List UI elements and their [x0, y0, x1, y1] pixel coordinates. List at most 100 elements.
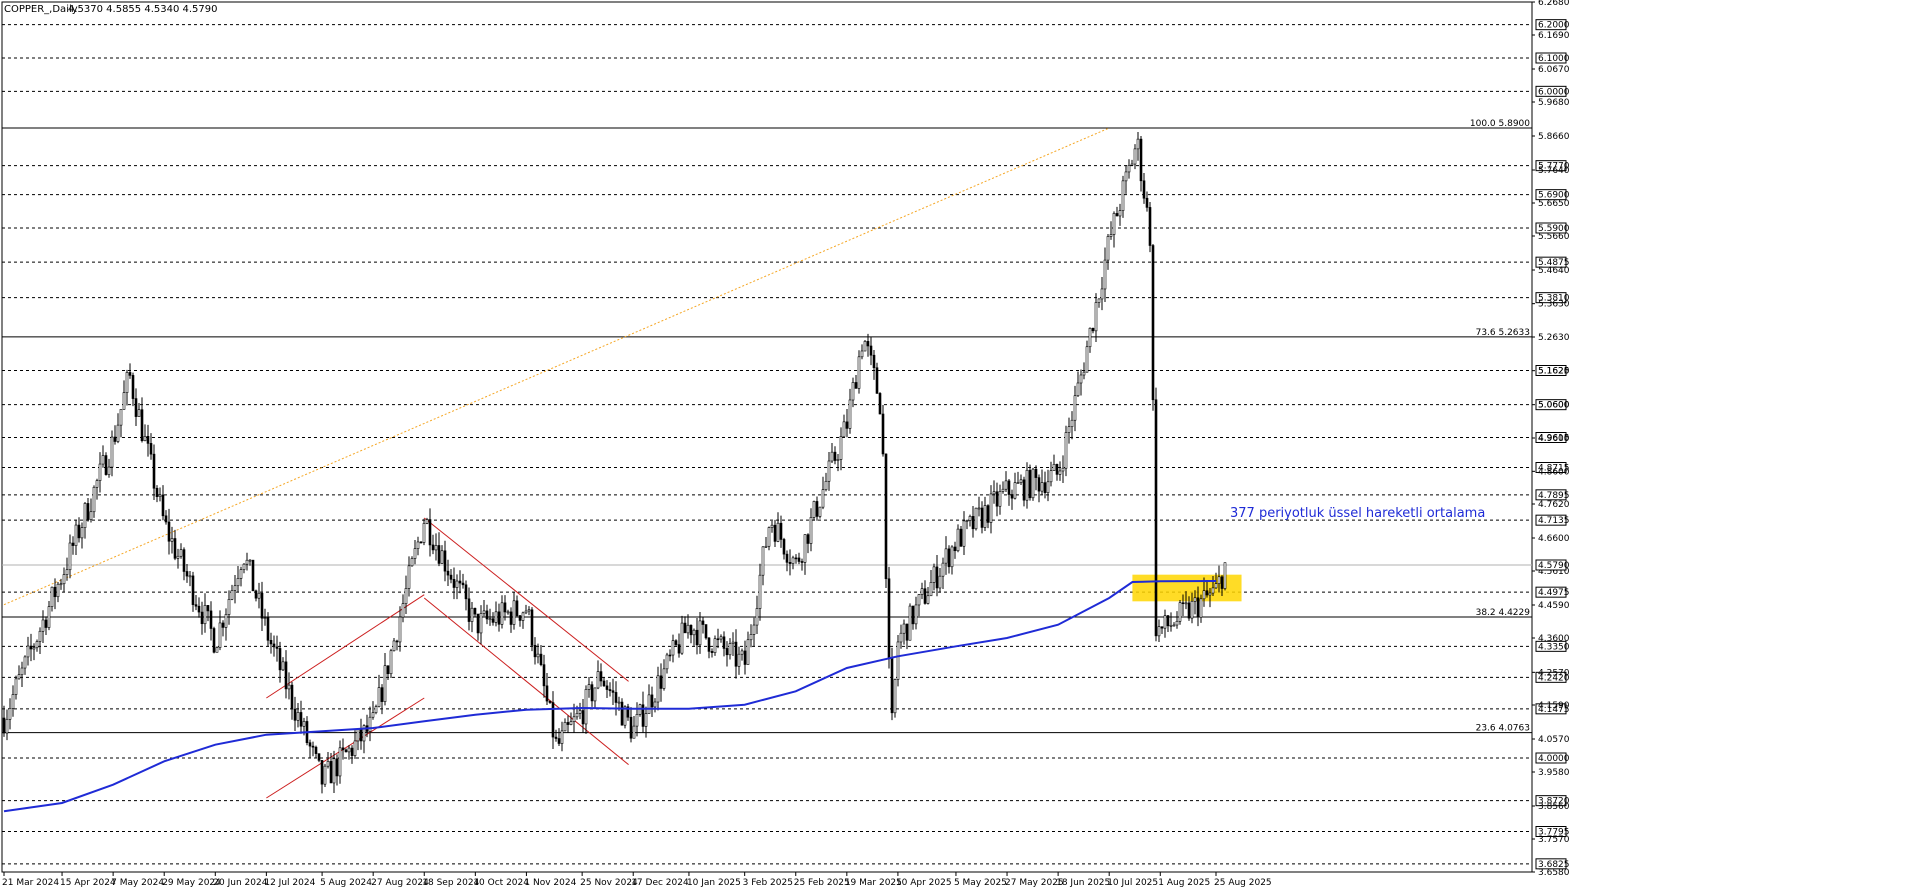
- candle-body: [86, 503, 90, 520]
- time-tick-label: 21 Mar 2024: [2, 878, 59, 888]
- level-label: 6.2000: [1538, 21, 1570, 31]
- candle-body: [1028, 469, 1032, 499]
- candle-body: [923, 588, 927, 604]
- price-tick-label: 6.2680: [1538, 0, 1570, 8]
- candle-body: [44, 619, 48, 628]
- candle-body: [197, 605, 201, 613]
- price-tick-label: 4.3600: [1538, 634, 1570, 644]
- candle-body: [128, 372, 132, 376]
- candle-body: [1055, 464, 1059, 475]
- candle-body: [980, 507, 984, 528]
- candle-body: [104, 455, 108, 475]
- candle-body: [587, 684, 591, 690]
- candle-body: [74, 524, 78, 546]
- candle-body: [890, 657, 894, 714]
- candle-body: [986, 505, 990, 523]
- price-chart[interactable]: 100.0 5.8900 73.6 5.2633 38.2 4.4229 23.6 4…: [0, 0, 1916, 888]
- candle-body: [1112, 213, 1116, 235]
- time-tick-label: 19 Mar 2025: [845, 878, 902, 888]
- candle-body: [848, 399, 852, 429]
- candle-body: [434, 545, 438, 551]
- candle-body: [965, 520, 969, 522]
- candle-body: [344, 749, 348, 753]
- price-tick-label: 5.3630: [1538, 300, 1570, 310]
- candle-body: [947, 548, 951, 568]
- candle-body: [473, 607, 477, 615]
- candle-body: [725, 648, 729, 656]
- candle-body: [1151, 245, 1155, 401]
- candle-body: [800, 561, 804, 563]
- candle-body: [914, 604, 918, 625]
- candle-body: [707, 637, 711, 652]
- candle-body: [1118, 210, 1122, 217]
- candle-body: [17, 674, 21, 680]
- candle-body: [449, 574, 453, 580]
- price-tick-label: 5.4640: [1538, 266, 1570, 276]
- candle-body: [338, 747, 342, 777]
- candle-body: [518, 615, 522, 621]
- candle-body: [356, 729, 360, 742]
- candle-body: [572, 716, 576, 722]
- candle-body: [821, 489, 825, 508]
- candle-body: [410, 558, 414, 567]
- price-tick-label: 4.0570: [1538, 735, 1570, 745]
- candle-body: [989, 493, 993, 523]
- fib-level-label: 38.2 4.4229: [1476, 608, 1531, 618]
- candle-body: [164, 515, 168, 523]
- candle-body: [782, 539, 786, 555]
- candle-body: [899, 632, 903, 643]
- candle-body: [560, 730, 564, 744]
- level-label: 4.0000: [1538, 754, 1570, 764]
- candle-body: [740, 650, 744, 655]
- candle-body: [617, 701, 621, 704]
- candle-body: [11, 694, 15, 709]
- candle-body: [89, 511, 93, 520]
- candle-body: [227, 599, 231, 615]
- candle-body: [263, 617, 267, 619]
- candle-body: [869, 345, 873, 356]
- candle-body: [536, 653, 540, 658]
- candle-body: [743, 650, 747, 665]
- candle-body: [422, 523, 426, 543]
- candle-body: [1208, 592, 1212, 596]
- candle-body: [107, 466, 111, 475]
- candle-body: [50, 586, 54, 607]
- candle-body: [938, 575, 942, 589]
- candle-body: [1085, 346, 1089, 373]
- price-tick-label: 3.8560: [1538, 802, 1570, 812]
- candle-body: [728, 643, 732, 656]
- candle-body: [785, 553, 789, 563]
- time-tick-label: 12 Jul 2024: [264, 878, 315, 888]
- candle-body: [731, 641, 735, 644]
- candle-body: [47, 606, 51, 628]
- candle-body: [173, 538, 177, 559]
- candle-body: [491, 618, 495, 623]
- candle-body: [605, 685, 609, 690]
- candle-body: [455, 580, 459, 588]
- candle-body: [122, 392, 126, 410]
- candle-body: [479, 613, 483, 634]
- candle-body: [374, 706, 378, 713]
- candle-body: [56, 583, 60, 598]
- candle-body: [254, 590, 258, 599]
- candle-body: [1145, 197, 1149, 208]
- fib-level-label: 100.0 5.8900: [1470, 119, 1530, 129]
- time-tick-label: 27 May 2025: [1005, 878, 1064, 888]
- candle-body: [1091, 327, 1095, 332]
- candle-body: [665, 654, 669, 670]
- candle-body: [278, 648, 282, 671]
- candle-body: [335, 758, 339, 777]
- fib-level-label: 23.6 4.0763: [1476, 724, 1530, 734]
- candle-body: [521, 612, 525, 621]
- candle-body: [569, 721, 573, 725]
- price-tick-label: 4.6600: [1538, 534, 1570, 544]
- candle-body: [179, 549, 183, 557]
- candle-body: [1199, 598, 1203, 618]
- candle-body: [494, 611, 498, 623]
- candle-body: [929, 582, 933, 597]
- candle-body: [137, 409, 141, 417]
- candle-body: [296, 712, 300, 721]
- candle-body: [752, 624, 756, 635]
- candle-body: [1061, 467, 1065, 472]
- candle-body: [23, 656, 27, 669]
